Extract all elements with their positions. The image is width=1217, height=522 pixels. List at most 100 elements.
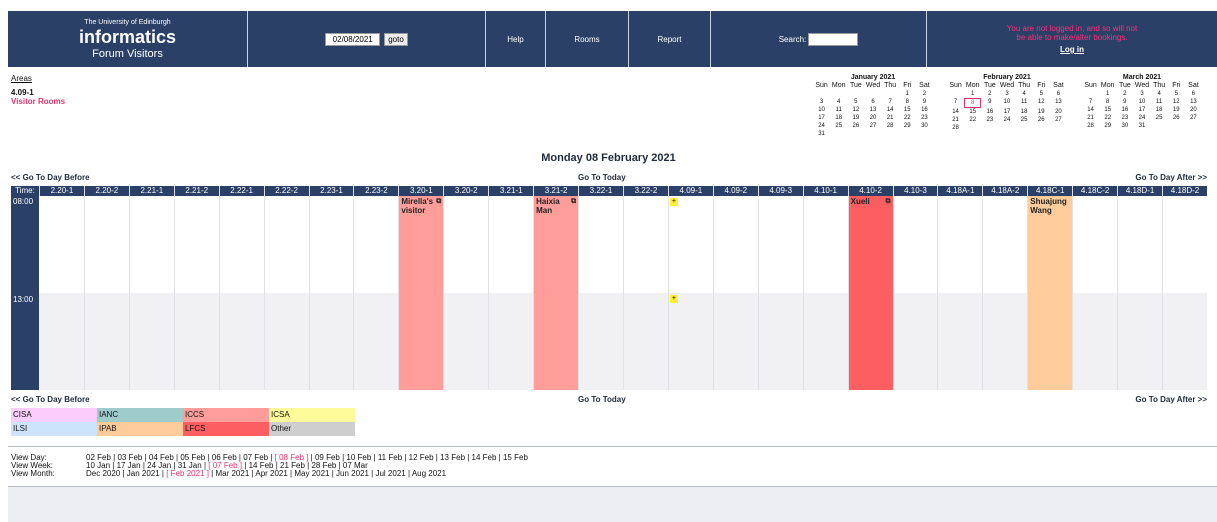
calendar-day[interactable]: 30	[916, 122, 933, 130]
room-column-label[interactable]: 3.22-2	[622, 186, 668, 196]
calendar-day[interactable]: 1	[1099, 90, 1116, 98]
calendar-day[interactable]: 17	[998, 108, 1015, 116]
calendar-day[interactable]: 18	[830, 114, 847, 122]
view-link[interactable]: May 2021	[294, 469, 329, 478]
prev-day-link[interactable]: << Go To Day Before	[11, 173, 90, 182]
calendar-day[interactable]: 27	[1185, 114, 1202, 122]
calendar-day[interactable]: 26	[847, 122, 864, 130]
calendar-day[interactable]: 18	[1151, 106, 1168, 114]
booking-label[interactable]: Mirella's visitor	[401, 197, 437, 215]
calendar-day[interactable]: 5	[847, 98, 864, 106]
edit-icon[interactable]: ⧉	[571, 197, 576, 206]
calendar-day[interactable]: 8	[1099, 98, 1116, 106]
calendar-day[interactable]: 26	[1033, 116, 1050, 124]
view-link[interactable]: Mar 2021	[215, 469, 249, 478]
calendar-day[interactable]: 24	[813, 122, 830, 130]
room-column-label[interactable]: 4.09-1	[667, 186, 713, 196]
calendar-day[interactable]: 1	[899, 90, 916, 98]
calendar-day[interactable]: 8	[964, 98, 982, 108]
calendar-day[interactable]: 25	[1151, 114, 1168, 122]
nav-rooms[interactable]: Rooms	[546, 11, 629, 67]
calendar-day[interactable]: 6	[864, 98, 881, 106]
room-column-label[interactable]: 4.18A-1	[937, 186, 982, 196]
add-booking-icon[interactable]: +	[669, 295, 678, 303]
view-link[interactable]: Jan 2021	[127, 469, 160, 478]
calendar-day[interactable]: 18	[1016, 108, 1033, 116]
calendar-day[interactable]: 16	[916, 106, 933, 114]
edit-icon[interactable]: ⧉	[436, 197, 441, 206]
calendar-day[interactable]: 6	[1050, 90, 1067, 98]
calendar-day[interactable]: 30	[1116, 122, 1133, 130]
date-input[interactable]	[325, 32, 381, 46]
calendar-day[interactable]: 19	[847, 114, 864, 122]
view-link[interactable]: [ Feb 2021 ]	[166, 469, 209, 478]
login-link[interactable]: Log in	[1060, 45, 1084, 54]
calendar-day[interactable]: 9	[981, 98, 998, 108]
calendar-day[interactable]: 12	[847, 106, 864, 114]
calendar-day[interactable]: 28	[947, 124, 964, 132]
view-link[interactable]: 14 Feb	[472, 453, 497, 462]
room-column-label[interactable]: 2.20-1	[39, 186, 84, 196]
calendar-day[interactable]: 23	[916, 114, 933, 122]
calendar-day[interactable]: 2	[916, 90, 933, 98]
calendar-day[interactable]: 13	[1050, 98, 1067, 108]
room-column-label[interactable]: 4.18D-1	[1117, 186, 1162, 196]
calendar-day[interactable]: 15	[964, 108, 981, 116]
add-booking-icon[interactable]: +	[669, 198, 678, 206]
view-link[interactable]: Dec 2020	[86, 469, 120, 478]
calendar-day[interactable]: 3	[998, 90, 1015, 98]
booking-label[interactable]: Shuajung Wang	[1030, 197, 1066, 215]
calendar-day[interactable]: 22	[964, 116, 981, 124]
calendar-month-title[interactable]: February 2021	[947, 74, 1067, 82]
goto-button[interactable]: goto	[384, 32, 408, 46]
view-link[interactable]: 11 Feb	[378, 453, 402, 462]
calendar-day[interactable]: 21	[1082, 114, 1099, 122]
calendar-day[interactable]: 12	[1033, 98, 1050, 108]
calendar-day[interactable]: 3	[813, 98, 830, 106]
calendar-day[interactable]: 3	[1133, 90, 1150, 98]
calendar-day[interactable]: 11	[1151, 98, 1168, 106]
edit-icon[interactable]: ⧉	[886, 197, 891, 206]
calendar-day[interactable]: 14	[947, 108, 964, 116]
room-column-label[interactable]: 2.23-1	[308, 186, 354, 196]
booking-entry[interactable]: Xueli ⧉	[848, 196, 893, 390]
calendar-day[interactable]: 15	[1099, 106, 1116, 114]
room-column-label[interactable]: 2.20-2	[83, 186, 129, 196]
calendar-day[interactable]: 14	[882, 106, 899, 114]
calendar-day[interactable]: 13	[1185, 98, 1202, 106]
calendar-month-title[interactable]: March 2021	[1082, 74, 1202, 82]
room-column-label[interactable]: 2.22-2	[263, 186, 309, 196]
room-column-label[interactable]: 2.22-1	[218, 186, 264, 196]
view-link[interactable]: Jul 2021	[375, 469, 405, 478]
calendar-day[interactable]: 16	[981, 108, 998, 116]
calendar-day[interactable]: 27	[1050, 116, 1067, 124]
calendar-day[interactable]: 7	[882, 98, 899, 106]
calendar-day[interactable]: 16	[1116, 106, 1133, 114]
calendar-day[interactable]: 20	[864, 114, 881, 122]
room-column-label[interactable]: 4.18A-2	[982, 186, 1027, 196]
calendar-day[interactable]: 9	[1116, 98, 1133, 106]
calendar-day[interactable]: 2	[981, 90, 998, 98]
calendar-day[interactable]: 24	[1133, 114, 1150, 122]
calendar-day[interactable]: 28	[882, 122, 899, 130]
calendar-day[interactable]: 8	[899, 98, 916, 106]
calendar-day[interactable]: 17	[813, 114, 830, 122]
calendar-day[interactable]: 23	[981, 116, 998, 124]
view-link[interactable]: 13 Feb	[440, 453, 465, 462]
room-column-label[interactable]: 4.10-2	[847, 186, 893, 196]
calendar-day[interactable]: 21	[947, 116, 964, 124]
calendar-day[interactable]: 4	[1016, 90, 1033, 98]
room-column-label[interactable]: 2.21-2	[173, 186, 219, 196]
calendar-day[interactable]: 29	[899, 122, 916, 130]
calendar-day[interactable]: 22	[899, 114, 916, 122]
calendar-day[interactable]: 10	[813, 106, 830, 114]
calendar-day[interactable]: 25	[1016, 116, 1033, 124]
calendar-day[interactable]: 2	[1116, 90, 1133, 98]
calendar-day[interactable]: 12	[1168, 98, 1185, 106]
next-day-link[interactable]: Go To Day After >>	[1135, 395, 1207, 404]
nav-help[interactable]: Help	[486, 11, 546, 67]
room-column-label[interactable]: 4.09-3	[757, 186, 803, 196]
calendar-day[interactable]: 5	[1033, 90, 1050, 98]
view-link[interactable]: Apr 2021	[255, 469, 287, 478]
calendar-day[interactable]: 11	[1016, 98, 1033, 108]
